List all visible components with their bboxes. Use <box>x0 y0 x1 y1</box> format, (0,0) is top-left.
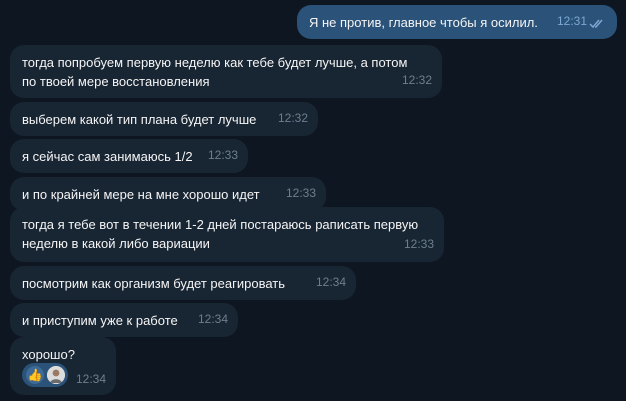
message-text: посмотрим как организм будет реагировать <box>22 276 286 291</box>
message-incoming[interactable]: выберем какой тип плана будет лучше 12:3… <box>10 102 318 136</box>
message-time: 12:33 <box>403 237 434 251</box>
message-incoming[interactable]: тогда я тебе вот в течении 1-2 дней пост… <box>10 207 444 262</box>
message-time: 12:31 <box>556 14 587 28</box>
message-text: тогда я тебе вот в течении 1-2 дней пост… <box>22 217 419 251</box>
message-incoming[interactable]: хорошо? 👍 12:34 <box>10 337 116 395</box>
message-time: 12:34 <box>75 372 106 386</box>
message-incoming[interactable]: тогда попробуем первую неделю как тебе б… <box>10 45 442 98</box>
reactions[interactable]: 👍 <box>22 363 68 387</box>
message-incoming[interactable]: и по крайней мере на мне хорошо идет 12:… <box>10 177 326 211</box>
avatar <box>47 366 65 384</box>
reaction-pill[interactable]: 👍 <box>22 363 68 387</box>
message-text: и приступим уже к работе <box>22 313 178 328</box>
message-outgoing[interactable]: Я не против, главное чтобы я осилил. 12:… <box>297 5 617 39</box>
message-text: выберем какой тип плана будет лучше <box>22 112 257 127</box>
message-text: хорошо? <box>22 347 75 362</box>
double-check-icon <box>589 19 603 29</box>
message-incoming[interactable]: и приступим уже к работе 12:34 <box>10 303 238 337</box>
message-text: я сейчас сам занимаюсь 1/2 <box>22 149 193 164</box>
message-text: тогда попробуем первую неделю как тебе б… <box>22 55 408 89</box>
message-incoming[interactable]: посмотрим как организм будет реагировать… <box>10 266 356 300</box>
message-time: 12:34 <box>197 312 228 326</box>
message-text: и по крайней мере на мне хорошо идет <box>22 187 260 202</box>
message-time: 12:34 <box>315 275 346 289</box>
message-time: 12:33 <box>207 148 238 162</box>
message-incoming[interactable]: я сейчас сам занимаюсь 1/2 12:33 <box>10 139 248 173</box>
message-time: 12:32 <box>277 111 308 125</box>
thumbs-up-icon: 👍 <box>26 366 44 384</box>
message-time: 12:32 <box>401 73 432 87</box>
message-time: 12:33 <box>285 186 316 200</box>
